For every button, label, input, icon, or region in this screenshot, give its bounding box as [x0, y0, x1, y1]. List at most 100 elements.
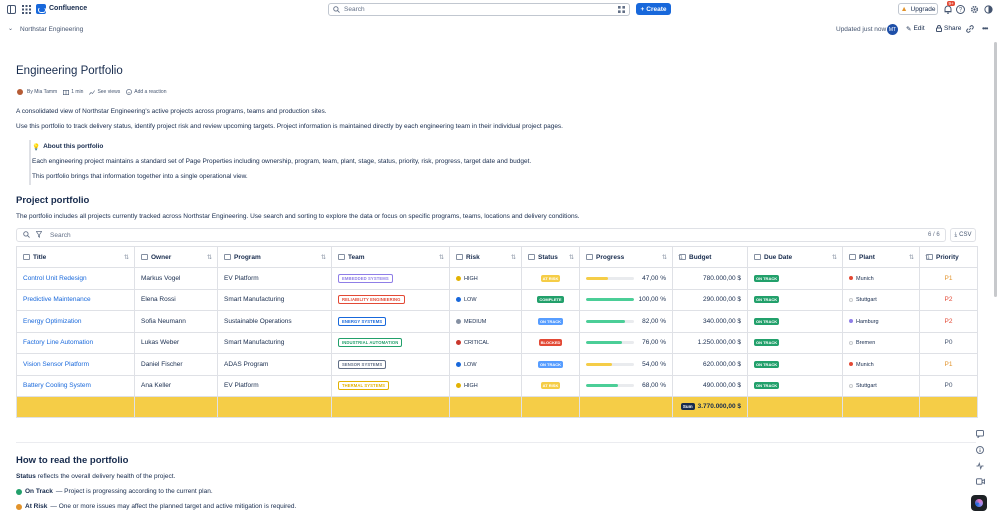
- sort-icon[interactable]: ⇅: [678, 254, 683, 261]
- help-icon[interactable]: ?: [955, 4, 966, 15]
- column-header-due-date[interactable]: Due Date ⇅: [747, 246, 843, 268]
- sort-icon[interactable]: ⇅: [662, 254, 667, 261]
- progress-bar-fill: [586, 298, 634, 302]
- page-title: Engineering Portfolio: [16, 65, 123, 77]
- info-icon[interactable]: [976, 446, 984, 456]
- copy-link-icon[interactable]: [966, 25, 974, 35]
- project-title-link[interactable]: Control Unit Redesign: [23, 275, 87, 282]
- plant-indicator-icon: [849, 276, 853, 281]
- project-title-link[interactable]: Factory Line Automation: [23, 339, 93, 346]
- text-type-icon: [456, 253, 463, 260]
- sort-icon[interactable]: ⇅: [321, 254, 326, 261]
- column-header-budget[interactable]: ⇅ Budget: [672, 246, 748, 268]
- column-header-title[interactable]: Title ⇅: [16, 246, 135, 268]
- sort-icon[interactable]: ⇅: [207, 254, 212, 261]
- project-title-link[interactable]: Energy Optimization: [23, 318, 82, 325]
- column-header-priority[interactable]: ⇅ Priority: [919, 246, 978, 268]
- byline-add-reaction[interactable]: Add a reaction: [126, 89, 166, 95]
- page-scrollbar[interactable]: [994, 42, 997, 297]
- project-title-link[interactable]: Vision Sensor Platform: [23, 361, 89, 368]
- green-circle-icon: [16, 488, 22, 495]
- settings-gear-icon[interactable]: [969, 4, 980, 15]
- table-summary-row: Sum 3.770.000,00 $: [16, 396, 978, 418]
- cell-team: ENERGY SYSTEMS: [331, 310, 450, 333]
- cell-priority: P2: [919, 310, 978, 333]
- progress-bar: [586, 362, 634, 366]
- sort-icon[interactable]: ⇅: [569, 254, 574, 261]
- byline-author[interactable]: By Mia Tamm: [17, 89, 57, 95]
- table-search-input[interactable]: Search: [50, 232, 71, 239]
- column-header-program[interactable]: Program ⇅: [217, 246, 332, 268]
- share-button[interactable]: Share: [936, 25, 961, 34]
- cell-program: EV Platform: [217, 267, 332, 290]
- sidebar-toggle-icon[interactable]: [6, 4, 17, 15]
- text-type-icon: [141, 253, 148, 260]
- cell-status: ON TRACK: [521, 310, 580, 333]
- column-header-progress[interactable]: Progress ⇅: [579, 246, 673, 268]
- upgrade-button[interactable]: ▲ Upgrade: [898, 3, 938, 15]
- cell-title[interactable]: Predictive Maintenance: [16, 288, 135, 311]
- cell-title[interactable]: Vision Sensor Platform: [16, 353, 135, 376]
- text-type-icon: [586, 253, 593, 260]
- info-panel-line-1: Each engineering project maintains a sta…: [32, 158, 532, 165]
- budget-total-value: 3.770.000,00 $: [697, 403, 741, 411]
- table-row[interactable]: Battery Cooling System Ana Keller EV Platf…: [16, 374, 978, 397]
- comment-icon[interactable]: [976, 430, 984, 440]
- due-date-badge: ON TRACK: [754, 382, 780, 390]
- sort-icon[interactable]: ⇅: [124, 254, 129, 261]
- chevron-down-icon[interactable]: ⌄: [8, 25, 13, 32]
- progress-bar: [586, 384, 634, 388]
- ai-assistant-icon[interactable]: [971, 495, 987, 511]
- team-badge: ENERGY SYSTEMS: [338, 316, 387, 326]
- avatar[interactable]: MT: [887, 24, 898, 35]
- column-header-status[interactable]: Status ⇅: [521, 246, 580, 268]
- sort-icon[interactable]: ⇅: [832, 254, 837, 261]
- cell-title[interactable]: Energy Optimization: [16, 310, 135, 333]
- table-row[interactable]: Vision Sensor Platform Daniel Fischer ADAS…: [16, 353, 978, 376]
- more-actions-icon[interactable]: •••: [982, 24, 988, 33]
- app-switcher-icon[interactable]: [21, 4, 32, 15]
- cell-team: THERMAL SYSTEMS: [331, 374, 450, 397]
- sort-icon[interactable]: ⇅: [439, 254, 444, 261]
- team-badge: THERMAL SYSTEMS: [338, 381, 390, 391]
- author-avatar: [17, 89, 23, 95]
- column-header-owner[interactable]: Owner ⇅: [134, 246, 218, 268]
- cell-title[interactable]: Control Unit Redesign: [16, 267, 135, 290]
- global-search-input[interactable]: Search: [328, 3, 630, 16]
- sort-icon[interactable]: ⇅: [909, 254, 914, 261]
- activity-icon[interactable]: [976, 461, 984, 472]
- column-header-plant[interactable]: Plant ⇅: [842, 246, 920, 268]
- breadcrumb-space-name[interactable]: Northstar Engineering: [20, 26, 83, 33]
- cell-program: Smart Manufacturing: [217, 331, 332, 354]
- column-header-team[interactable]: Team ⇅: [331, 246, 450, 268]
- export-csv-button[interactable]: ⤓ CSV: [950, 228, 976, 242]
- last-updated-status: Updated just now: [836, 26, 887, 33]
- video-icon[interactable]: [976, 478, 985, 487]
- cell-title[interactable]: Factory Line Automation: [16, 331, 135, 354]
- section-description: The portfolio includes all projects curr…: [16, 213, 580, 220]
- cell-progress: 82,00 %: [579, 310, 673, 333]
- summary-empty-cell: [134, 396, 218, 418]
- filter-icon[interactable]: [35, 231, 43, 240]
- cell-title[interactable]: Battery Cooling System: [16, 374, 135, 397]
- table-row[interactable]: Predictive Maintenance Elena Rossi Smart M…: [16, 288, 978, 311]
- theme-toggle-icon[interactable]: [983, 4, 994, 15]
- confluence-logo-icon[interactable]: [36, 4, 46, 14]
- status-badge: AT RISK: [540, 382, 561, 390]
- column-header-risk[interactable]: Risk ⇅: [449, 246, 522, 268]
- table-row[interactable]: Control Unit Redesign Markus Vogel EV Plat…: [16, 267, 978, 290]
- app-brand-name[interactable]: Confluence: [49, 5, 87, 12]
- table-row[interactable]: Energy Optimization Sofia Neumann Sustaina…: [16, 310, 978, 333]
- edit-button[interactable]: ✎ Edit: [906, 25, 925, 33]
- search-filter-icon[interactable]: [618, 6, 625, 15]
- sort-icon[interactable]: ⇅: [925, 254, 930, 261]
- table-row[interactable]: Factory Line Automation Lukas Weber Smart …: [16, 331, 978, 354]
- cell-priority: P2: [919, 288, 978, 311]
- project-title-link[interactable]: Predictive Maintenance: [23, 296, 91, 303]
- byline-see-views[interactable]: See views: [89, 89, 120, 95]
- project-title-link[interactable]: Battery Cooling System: [23, 382, 91, 389]
- progress-bar-fill: [586, 319, 625, 323]
- create-button[interactable]: + Create: [636, 3, 671, 15]
- table-search-bar[interactable]: [16, 228, 946, 242]
- sort-icon[interactable]: ⇅: [511, 254, 516, 261]
